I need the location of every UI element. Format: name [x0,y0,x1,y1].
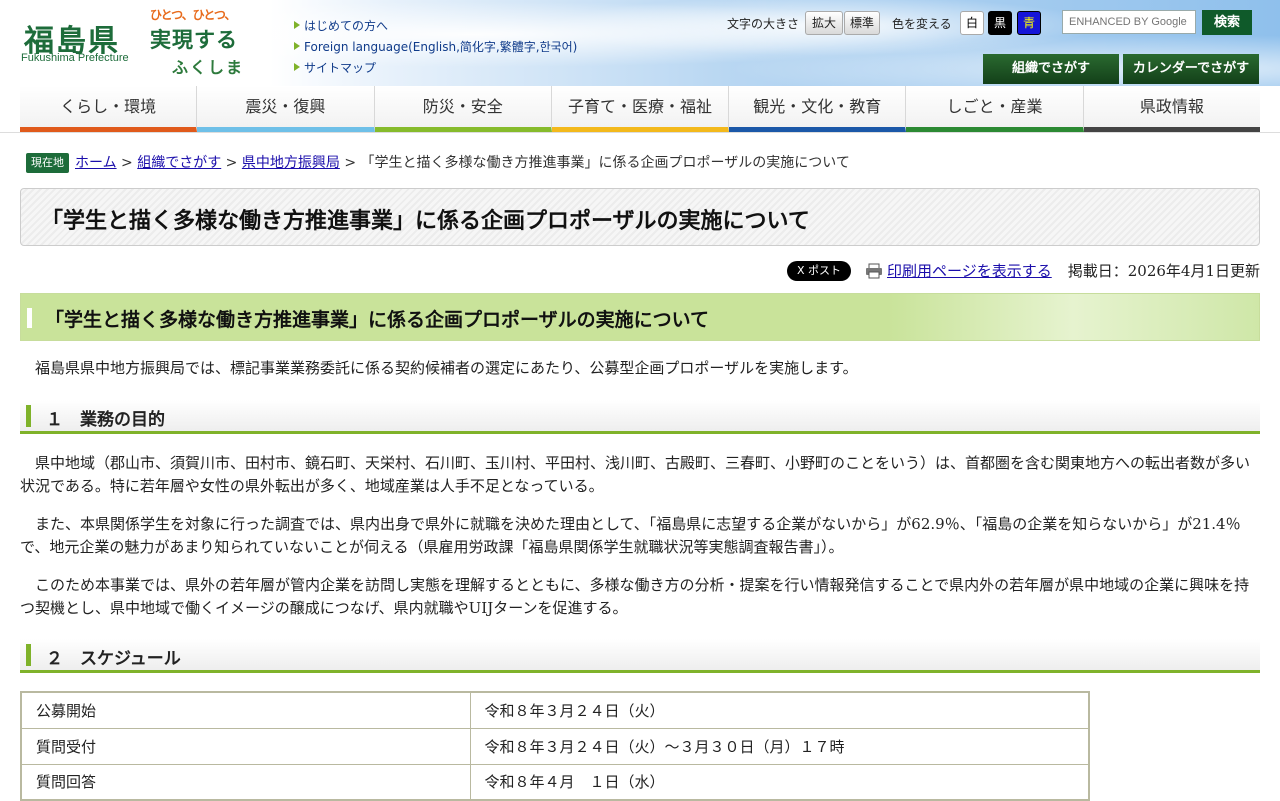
triangle-icon [294,42,300,50]
section-heading-purpose: １ 業務の目的 [20,400,1260,434]
nav-item-safety[interactable]: 防災・安全 [374,86,552,132]
breadcrumb-kenchu-link[interactable]: 県中地方振興局 [242,155,340,171]
table-row: 公募開始 令和８年３月２４日（火） [20,691,1090,729]
nav-item-childcare-welfare[interactable]: 子育て・医療・福祉 [551,86,730,132]
link-first-time[interactable]: はじめての方へ [294,16,577,37]
updated-date: 掲載日：2026年4月1日更新 [1067,262,1260,280]
section-accent-bar [26,644,31,666]
page-title: 「学生と描く多様な働き方推進事業」に係る企画プロポーザルの実施について [41,209,810,234]
x-post-button[interactable]: X ポスト [786,260,852,281]
search-button[interactable]: 検索 [1202,10,1252,35]
site-logo-subtitle: Fukushima Prefecture [21,52,129,64]
breadcrumb: 現在地 ホーム > 組織でさがす > 県中地方振興局 > 「学生と描く多様な働き方… [26,152,850,173]
color-black-button[interactable]: 黒 [988,11,1012,35]
slogan-line-1: ひとつ、ひとつ、 [150,8,236,22]
nav-item-tourism-culture[interactable]: 観光・文化・教育 [729,86,907,132]
printer-icon [866,263,883,278]
schedule-item: 質問回答 [20,763,471,801]
breadcrumb-current: 「学生と描く多様な働き方推進事業」に係る企画プロポーザルの実施について [360,155,850,171]
search-by-calendar-button[interactable]: カレンダーでさがす [1123,54,1259,84]
section-title: ２ スケジュール [46,649,181,669]
nav-item-work-industry[interactable]: しごと・産業 [906,86,1084,132]
color-blue-button[interactable]: 青 [1017,11,1041,35]
page-title-box: 「学生と描く多様な働き方推進事業」に係る企画プロポーザルの実施について [20,188,1260,246]
breadcrumb-organization-link[interactable]: 組織でさがす [137,155,221,171]
table-row: 質問受付 令和８年３月２４日（火）～３月３０日（月）１７時 [20,727,1090,765]
slogan-line-3: ふくしま [172,58,245,77]
section-accent-bar [26,405,31,427]
nav-item-prefectural-info[interactable]: 県政情報 [1083,86,1260,132]
content-heading-box: 「学生と描く多様な働き方推進事業」に係る企画プロポーザルの実施について [20,293,1260,341]
schedule-item: 公募開始 [20,691,471,729]
header-links: はじめての方へ Foreign language(English,简化字,繁體字… [294,16,577,79]
purpose-paragraph-3: このため本事業では、県外の若年層が管内企業を訪問し実態を理解するとともに、多様な… [20,576,1250,617]
breadcrumb-home-link[interactable]: ホーム [75,155,117,171]
schedule-table: 公募開始 令和８年３月２４日（火） 質問受付 令和８年３月２４日（火）～３月３０… [20,691,1090,801]
content-heading: 「学生と描く多様な働き方推進事業」に係る企画プロポーザルの実施について [45,309,710,331]
triangle-icon [294,21,300,29]
heading-accent-bar [27,308,32,328]
schedule-item: 質問受付 [20,727,471,765]
nav-divider [0,132,1280,133]
schedule-date: 令和８年３月２４日（火）～３月３０日（月）１７時 [469,727,1090,765]
print-page-link[interactable]: 印刷用ページを表示する [887,260,1052,281]
schedule-date: 令和８年３月２４日（火） [469,691,1090,729]
page-meta-bar: X ポスト 印刷用ページを表示する 掲載日：2026年4月1日更新 [786,260,1260,281]
nav-item-disaster-recovery[interactable]: 震災・復興 [197,86,375,132]
search-by-organization-button[interactable]: 組織でさがす [983,54,1119,84]
slogan-line-2: 実現する [150,28,238,52]
section-title: １ 業務の目的 [46,410,165,430]
table-row: 質問回答 令和８年４月 １日（水） [20,763,1090,801]
slogan-logo: ひとつ、ひとつ、 実現する ふくしま [150,6,250,78]
global-nav: くらし・環境 震災・復興 防災・安全 子育て・医療・福祉 観光・文化・教育 しご… [20,86,1260,132]
site-header: 福島県 Fukushima Prefecture ひとつ、ひとつ、 実現する ふ… [0,0,1280,86]
purpose-paragraph-1: 県中地域（郡山市、須賀川市、田村市、鏡石町、天栄村、石川町、玉川村、平田村、浅川… [20,454,1251,495]
link-foreign-language[interactable]: Foreign language(English,简化字,繁體字,한국어) [294,37,577,58]
intro-paragraph: 福島県県中地方振興局では、標記事業業務委託に係る契約候補者の選定にあたり、公募型… [20,359,858,377]
color-change-label: 色を変える [892,17,952,31]
text-size-enlarge-button[interactable]: 拡大 [805,11,843,35]
search-input[interactable] [1062,10,1196,34]
text-size-standard-button[interactable]: 標準 [844,11,880,35]
purpose-paragraph-2: また、本県関係学生を対象に行った調査では、県内出身で県外に就職を決めた理由として… [20,515,1241,556]
breadcrumb-here-badge: 現在地 [26,153,69,173]
link-sitemap[interactable]: サイトマップ [294,58,577,79]
section-heading-schedule: ２ スケジュール [20,639,1260,673]
color-white-button[interactable]: 白 [960,11,984,35]
triangle-icon [294,63,300,71]
schedule-date: 令和８年４月 １日（水） [469,763,1090,801]
text-size-label: 文字の大きさ [727,17,800,31]
nav-item-living[interactable]: くらし・環境 [20,86,198,132]
